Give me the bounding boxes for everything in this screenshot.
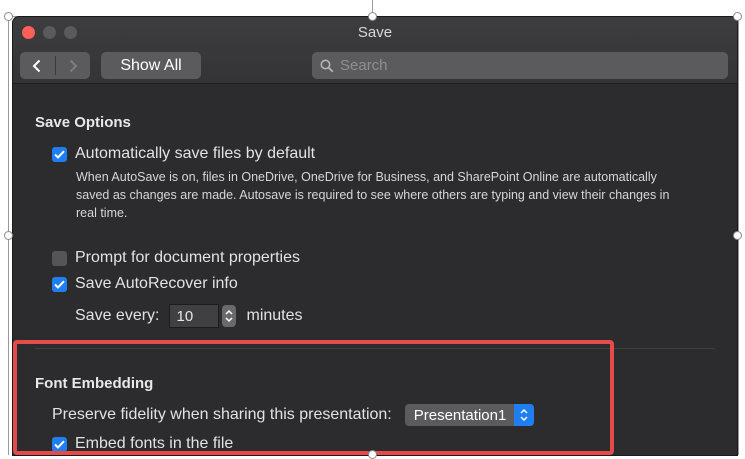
save-preferences-window: Save Show All Search Save Options Automa… <box>13 17 737 455</box>
prompt-properties-label: Prompt for document properties <box>75 249 300 266</box>
embed-fonts-checkbox[interactable] <box>52 436 67 452</box>
autosave-option[interactable]: Automatically save files by default <box>52 145 315 163</box>
presentation-popup-value: Presentation1 <box>413 406 507 424</box>
prompt-properties-checkbox[interactable] <box>52 250 67 266</box>
forward-button[interactable] <box>56 52 91 79</box>
resize-handle-top-right[interactable] <box>733 12 742 21</box>
checkmark-icon <box>54 280 65 289</box>
save-every-row: Save every: 10 minutes <box>75 304 303 328</box>
save-every-label: Save every: <box>75 307 160 324</box>
chevron-right-icon <box>69 59 78 72</box>
prompt-properties-option[interactable]: Prompt for document properties <box>52 249 300 267</box>
embed-fonts-option[interactable]: Embed fonts in the file <box>52 435 233 453</box>
save-every-unit: minutes <box>246 307 303 324</box>
autosave-checkbox[interactable] <box>52 146 67 162</box>
preserve-fidelity-label: Preserve fidelity when sharing this pres… <box>52 406 392 423</box>
save-options-heading: Save Options <box>35 114 131 131</box>
back-button[interactable] <box>20 52 55 79</box>
resize-handle-middle-right[interactable] <box>733 231 742 240</box>
resize-handle-middle-left[interactable] <box>4 231 13 240</box>
embed-fonts-label: Embed fonts in the file <box>75 435 234 452</box>
search-field[interactable]: Search <box>312 52 728 79</box>
save-every-input[interactable]: 10 <box>169 304 220 328</box>
show-all-button[interactable]: Show All <box>101 52 201 79</box>
title-bar: Save Show All Search <box>13 17 737 84</box>
autorecover-label: Save AutoRecover info <box>75 275 238 292</box>
resize-handle-top-left[interactable] <box>4 12 13 21</box>
resize-handle-top-center[interactable] <box>368 12 377 21</box>
center-guide <box>372 0 373 12</box>
checkmark-icon <box>54 150 65 159</box>
preferences-content: Save Options Automatically save files by… <box>13 84 737 455</box>
window-title: Save <box>357 24 393 41</box>
presentation-popup[interactable]: Presentation1 <box>404 404 535 426</box>
preserve-fidelity-row: Preserve fidelity when sharing this pres… <box>52 404 535 426</box>
up-down-arrows-icon <box>225 309 234 323</box>
section-divider <box>35 348 715 349</box>
autorecover-checkbox[interactable] <box>52 276 67 292</box>
chevron-left-icon <box>32 59 41 72</box>
search-placeholder: Search <box>340 57 388 74</box>
autosave-label: Automatically save files by default <box>75 145 316 162</box>
save-every-stepper[interactable] <box>222 305 237 327</box>
font-embedding-heading: Font Embedding <box>35 375 154 392</box>
navigation-buttons <box>20 52 90 79</box>
search-icon <box>320 59 334 72</box>
autosave-description: When AutoSave is on, files in OneDrive, … <box>76 170 670 220</box>
popup-arrows-icon <box>514 404 535 426</box>
checkmark-icon <box>54 440 65 449</box>
autorecover-option[interactable]: Save AutoRecover info <box>52 275 238 293</box>
